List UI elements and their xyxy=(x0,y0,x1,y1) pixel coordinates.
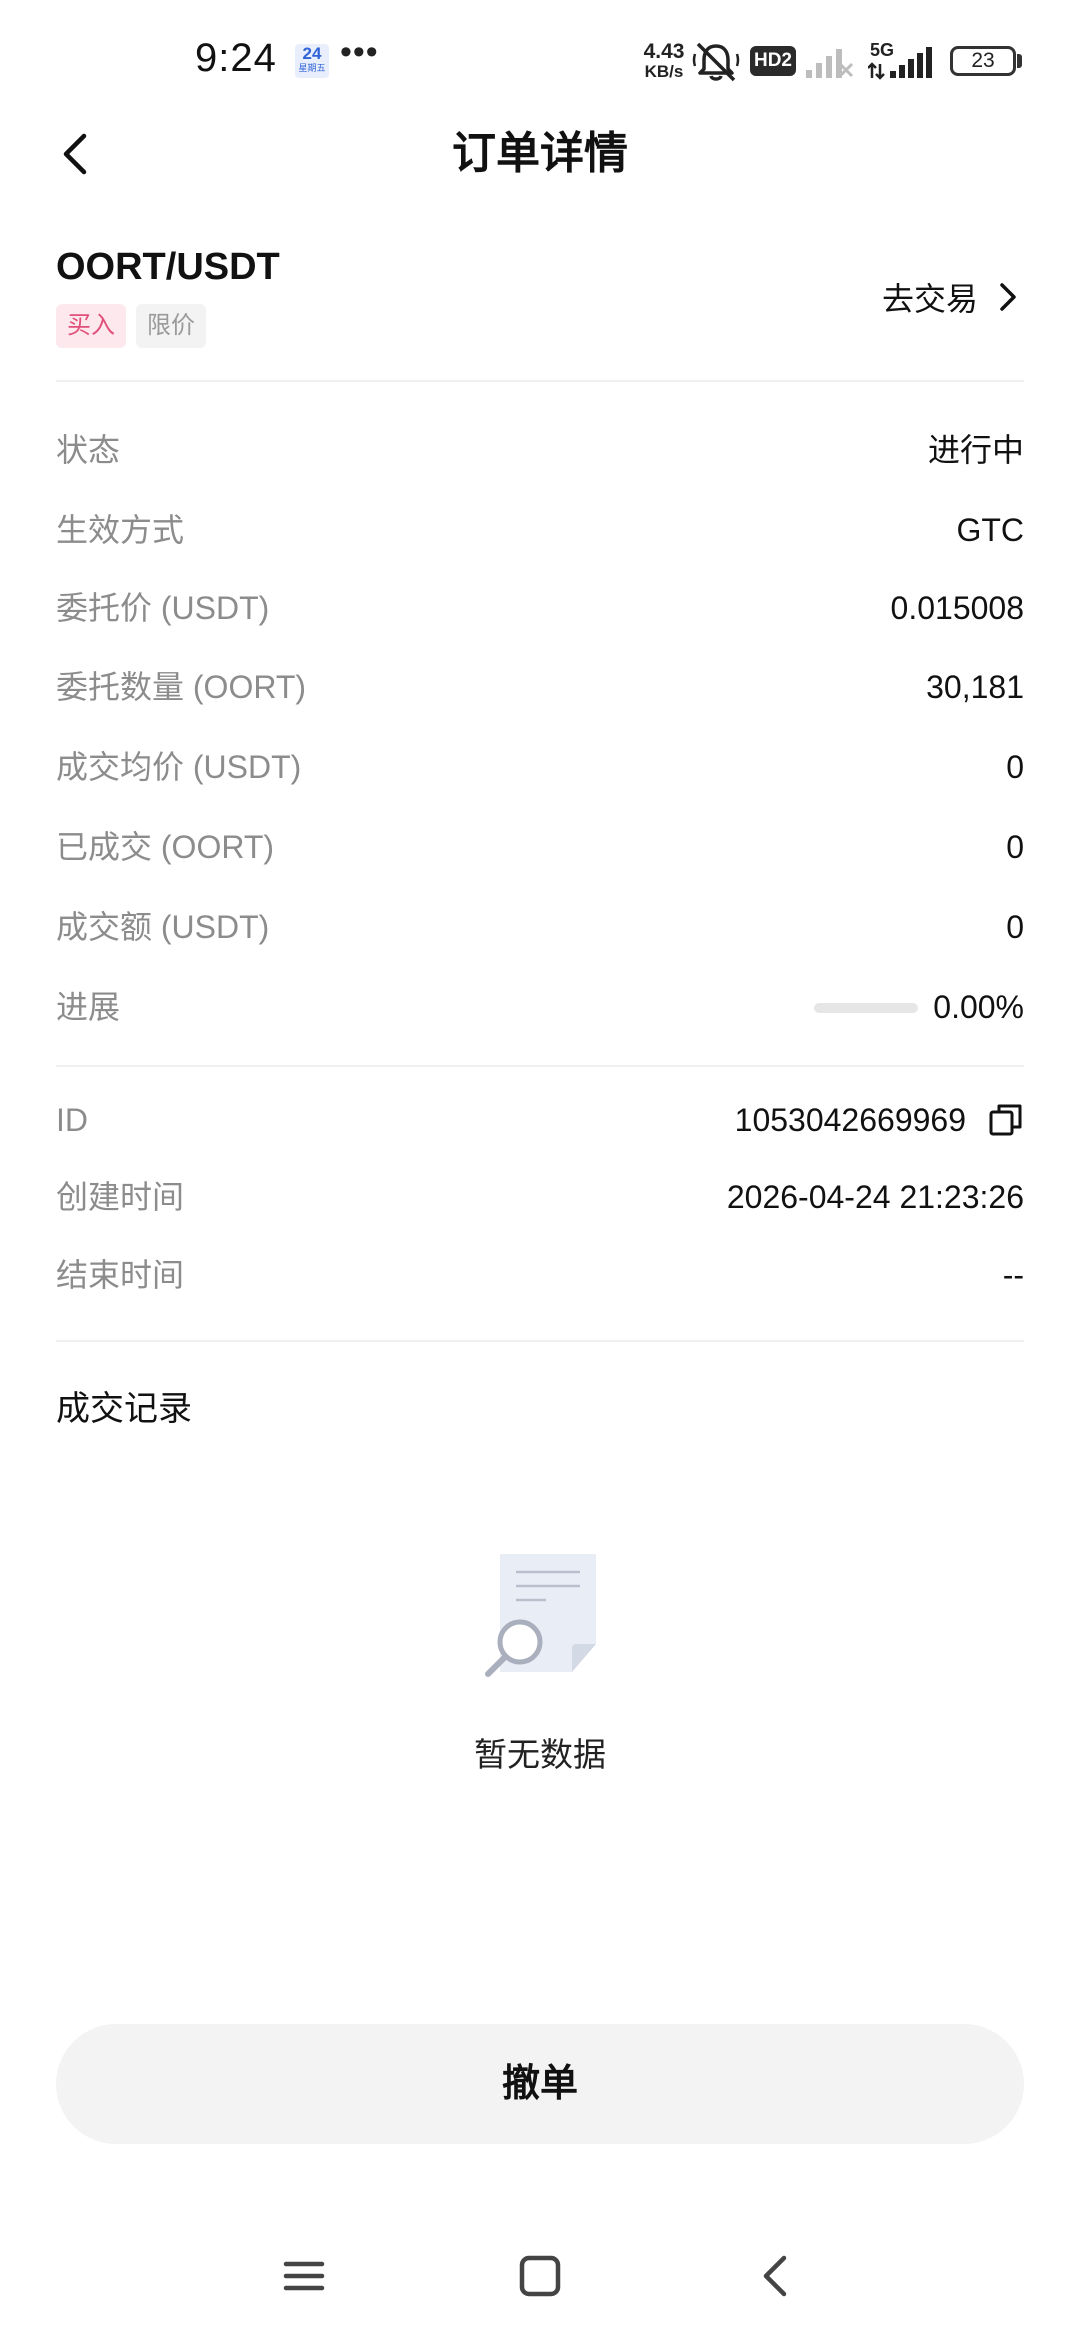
network-speed-value: 4.43 xyxy=(643,40,685,63)
more-notifications-icon: ••• xyxy=(340,33,379,71)
menu-icon[interactable] xyxy=(274,2246,334,2306)
page-title: 订单详情 xyxy=(452,129,628,178)
calendar-day: 24 xyxy=(302,44,322,63)
trading-pair-name: OORT/USDT xyxy=(56,246,280,288)
detail-label: 成交均价 (USDT) xyxy=(56,749,302,785)
go-trade-label: 去交易 xyxy=(881,281,978,317)
meta-row-id: ID 1053042669969 xyxy=(56,1095,1024,1145)
progress-percent: 0.00% xyxy=(933,989,1024,1025)
network-speed-unit: KB/s xyxy=(644,62,684,81)
detail-value: 0.015008 xyxy=(890,590,1024,626)
signal-strength-icon-sim2 xyxy=(868,47,932,80)
status-time: 9:24 xyxy=(195,36,277,80)
detail-row-status: 状态 进行中 xyxy=(56,425,1024,475)
detail-value: 进行中 xyxy=(927,432,1024,468)
detail-row-filled: 已成交 (OORT) 0 xyxy=(56,822,1024,872)
detail-row-turnover: 成交额 (USDT) 0 xyxy=(56,902,1024,952)
go-trade-link[interactable]: 去交易 xyxy=(882,272,1024,322)
detail-label: 委托价 (USDT) xyxy=(56,590,270,626)
progress-bar xyxy=(814,1003,918,1013)
chevron-right-icon xyxy=(1000,283,1016,311)
network-speed: 4.43 KB/s xyxy=(636,40,692,82)
top-app-bar: 订单详情 xyxy=(0,110,1080,200)
side-tag-buy: 买入 xyxy=(56,304,126,348)
copy-icon[interactable] xyxy=(988,1102,1024,1138)
detail-label: 委托数量 (OORT) xyxy=(56,669,307,705)
calendar-weekday: 星期五 xyxy=(298,63,326,73)
order-id-value: 1053042669969 xyxy=(734,1102,966,1138)
detail-row-progress: 进展 0.00% xyxy=(56,982,1024,1032)
divider xyxy=(56,1065,1024,1067)
detail-row-time-in-force: 生效方式 GTC xyxy=(56,505,1024,555)
detail-value: 0 xyxy=(1006,829,1024,865)
empty-state-text: 暂无数据 xyxy=(474,1736,606,1773)
detail-row-order-price: 委托价 (USDT) 0.015008 xyxy=(56,583,1024,633)
detail-label: 进展 xyxy=(56,989,121,1025)
detail-row-order-amount: 委托数量 (OORT) 30,181 xyxy=(56,662,1024,712)
detail-value: 0 xyxy=(1006,909,1024,945)
detail-value: 0 xyxy=(1006,749,1024,785)
battery-tip xyxy=(1017,54,1022,68)
meta-value: -- xyxy=(1002,1257,1024,1293)
battery-icon: 23 xyxy=(950,46,1016,76)
meta-label: 结束时间 xyxy=(56,1257,185,1293)
detail-value: GTC xyxy=(956,512,1024,548)
detail-value: 30,181 xyxy=(926,669,1024,705)
meta-label: 创建时间 xyxy=(56,1179,185,1215)
detail-row-avg-price: 成交均价 (USDT) 0 xyxy=(56,742,1024,792)
detail-label: 生效方式 xyxy=(56,512,185,548)
detail-label: 状态 xyxy=(56,432,121,468)
hd-voice-badge: HD2 xyxy=(750,46,796,76)
home-square-icon[interactable] xyxy=(510,2246,570,2306)
signal-strength-icon-sim1 xyxy=(806,49,854,78)
meta-row-end-time: 结束时间 -- xyxy=(56,1250,1024,1300)
divider xyxy=(56,380,1024,382)
status-bar: 9:24 24 星期五 ••• 4.43 KB/s HD2 5G 23 xyxy=(0,0,1080,125)
calendar-icon: 24 星期五 xyxy=(295,44,329,78)
divider xyxy=(56,1340,1024,1342)
document-search-icon xyxy=(485,1554,596,1677)
meta-label: ID xyxy=(56,1102,88,1138)
back-triangle-icon[interactable] xyxy=(746,2246,806,2306)
meta-value: 2026-04-24 21:23:26 xyxy=(726,1179,1024,1215)
meta-row-created-time: 创建时间 2026-04-24 21:23:26 xyxy=(56,1172,1024,1222)
mute-bell-icon xyxy=(692,42,740,82)
cancel-order-button[interactable]: 撤单 xyxy=(56,2024,1024,2144)
trade-records-title: 成交记录 xyxy=(56,1390,192,1428)
order-type-tag: 限价 xyxy=(136,304,206,348)
detail-label: 已成交 (OORT) xyxy=(56,829,275,865)
detail-label: 成交额 (USDT) xyxy=(56,909,270,945)
